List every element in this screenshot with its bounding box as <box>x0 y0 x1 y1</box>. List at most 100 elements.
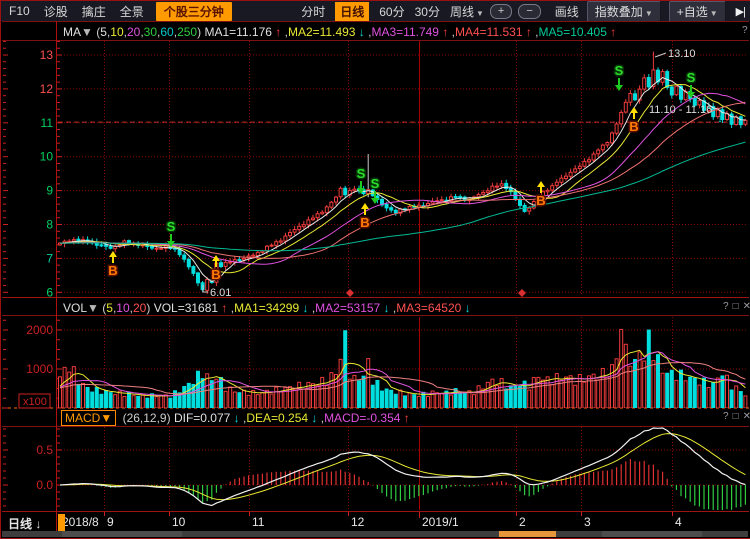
header-segment: 60 <box>160 25 173 39</box>
header-segment: MA2=53157 <box>315 301 380 315</box>
price-axis-label: 11 <box>41 116 54 130</box>
x-axis-label: 4 <box>675 515 682 529</box>
header-segment: ↑ <box>439 25 448 39</box>
axis-labels: 13 12 11 10 9 8 7 6 2000 1000 x100 0.5 0.0 2018/8 9 10 1… <box>19 48 682 529</box>
help-icon[interactable]: ? <box>742 25 748 36</box>
price-axis-label: 12 <box>40 82 54 96</box>
sell-signal-marker: S <box>357 166 366 181</box>
volume-axis-label: 1000 <box>26 362 53 376</box>
ma-indicator-dropdown[interactable]: MA▼ <box>63 25 93 39</box>
x-axis-label: 2 <box>519 515 526 529</box>
price-ma-lines <box>60 78 745 282</box>
x-axis-label: 3 <box>584 515 591 529</box>
header-segment: ↑ <box>607 25 616 39</box>
scrollbar-segment <box>62 531 182 537</box>
x-axis-label: 11 <box>252 515 265 529</box>
high-price-annotation: 13.10 <box>668 48 696 60</box>
header-segment: ↓ <box>380 301 389 315</box>
x-axis-label: 2019/1 <box>422 515 459 529</box>
chart-canvas[interactable]: 13 12 11 10 9 8 7 6 2000 1000 x100 0.5 0.0 2018/8 9 10 1… <box>1 1 750 538</box>
header-segment: MA <box>63 25 81 39</box>
ma-header: MA▼ (5,10,20,30,60,250) MA1=11.176 ↑ ,MA… <box>63 25 616 39</box>
horizontal-scrollbar[interactable] <box>2 531 748 537</box>
header-segment: ↑ <box>272 25 281 39</box>
period-axis-label[interactable]: 日线 ↓ <box>8 515 41 532</box>
header-segment: MA3=11.749 <box>371 25 439 39</box>
low-price-annotation: 6.01 <box>210 287 231 299</box>
header-segment: ↑ <box>400 411 409 425</box>
vol-pane-icons: ? □ ✕ <box>719 301 750 312</box>
sell-signal-marker: S <box>615 63 624 78</box>
volume-unit-label: x100 <box>23 396 47 408</box>
sell-signal-marker: S <box>167 219 176 234</box>
x-axis-label: 12 <box>351 515 365 529</box>
close-icon[interactable]: ✕ <box>743 411 750 422</box>
price-axis-label: 13 <box>40 48 54 62</box>
maximize-icon[interactable]: □ <box>733 301 739 312</box>
sell-signal-marker: S <box>687 70 696 85</box>
price-axis-label: 8 <box>46 218 53 232</box>
buy-signal-marker: B <box>629 119 638 134</box>
price-axis-label: 6 <box>46 285 53 299</box>
main-pane-icons: ? <box>738 25 748 36</box>
sell-signal-marker: S <box>371 176 380 191</box>
buy-signal-marker: B <box>536 193 545 208</box>
signal-markers: BSBSSBBSBS <box>108 63 695 282</box>
gap-annotation: 11.10 - 11.16 <box>649 104 712 116</box>
header-segment: ↓ <box>308 411 317 425</box>
macd-values: (26,12,9) DIF=0.077 ↓ ,DEA=0.254 ↓ ,MACD… <box>119 411 410 425</box>
help-icon[interactable]: ? <box>723 411 729 422</box>
header-segment: , <box>532 25 539 39</box>
header-segment: 5 <box>100 25 107 39</box>
price-axis-label: 7 <box>46 251 53 265</box>
x-axis-label: 2018/8 <box>62 515 99 529</box>
header-segment: 10 <box>110 25 123 39</box>
header-segment: MA1=11.176 <box>204 25 272 39</box>
header-segment: ↓ <box>461 301 470 315</box>
header-segment: , <box>281 25 288 39</box>
header-segment: , <box>448 25 455 39</box>
header-segment: 250 <box>177 25 197 39</box>
vol-header: VOL▼ (5,10,20) VOL=31681 ↑ ,MA1=34299 ↓ … <box>63 301 471 315</box>
volume-axis-label: 2000 <box>26 323 53 337</box>
scrollbar-thumb[interactable] <box>499 531 556 537</box>
vol-indicator-dropdown[interactable]: VOL▼ <box>63 301 99 315</box>
close-icon[interactable]: ✕ <box>743 301 750 312</box>
header-segment: MACD <box>65 411 100 425</box>
header-segment: (26,12,9) <box>119 411 174 425</box>
price-axis-label: 10 <box>40 150 54 164</box>
x-axis-label: 10 <box>172 515 186 529</box>
macd-header: MACD▼ (26,12,9) DIF=0.077 ↓ ,DEA=0.254 ↓… <box>61 411 410 425</box>
macd-axis-label: 0.5 <box>36 443 53 457</box>
header-segment: 10 <box>116 301 129 315</box>
macd-indicator-dropdown[interactable]: MACD▼ <box>61 410 116 426</box>
header-segment: DEA=0.254 <box>246 411 308 425</box>
header-segment: ) <box>146 301 153 315</box>
header-segment: ↓ <box>299 301 308 315</box>
stock-app-window: F10 诊股 擒庄 全景 个股三分钟 分时 日线 60分 30分 周线▼ + −… <box>0 0 750 539</box>
header-segment: MACD=-0.354 <box>324 411 400 425</box>
header-segment: ↑ <box>523 25 532 39</box>
buy-signal-marker: B <box>108 263 117 278</box>
macd-axis-label: 0.0 <box>36 478 53 492</box>
sell-hint-arrow: ↓ <box>717 113 723 125</box>
header-segment: DIF=0.077 <box>174 411 230 425</box>
sell-hint-arrow: ↓ <box>706 99 712 111</box>
header-segment: ↓ <box>355 25 364 39</box>
main-candles <box>59 52 747 294</box>
scrollbar-segment <box>602 531 702 537</box>
ma-values: (5,10,20,30,60,250) MA1=11.176 ↑ ,MA2=11… <box>93 25 616 39</box>
buy-signal-marker: B <box>211 267 220 282</box>
price-axis-label: 9 <box>46 184 53 198</box>
header-segment: ▼ <box>100 411 112 425</box>
maximize-icon[interactable]: □ <box>733 411 739 422</box>
header-segment: ▼ <box>87 301 99 315</box>
header-segment: 30 <box>144 25 157 39</box>
header-segment: 20 <box>133 301 146 315</box>
vol-values: (5,10,20) VOL=31681 ↑ ,MA1=34299 ↓ ,MA2=… <box>99 301 471 315</box>
x-axis-label: 9 <box>107 515 114 529</box>
macd-pane-icons: ? □ ✕ <box>719 411 750 422</box>
header-segment: MA2=11.493 <box>288 25 356 39</box>
header-segment: 5 <box>106 301 113 315</box>
help-icon[interactable]: ? <box>723 301 729 312</box>
